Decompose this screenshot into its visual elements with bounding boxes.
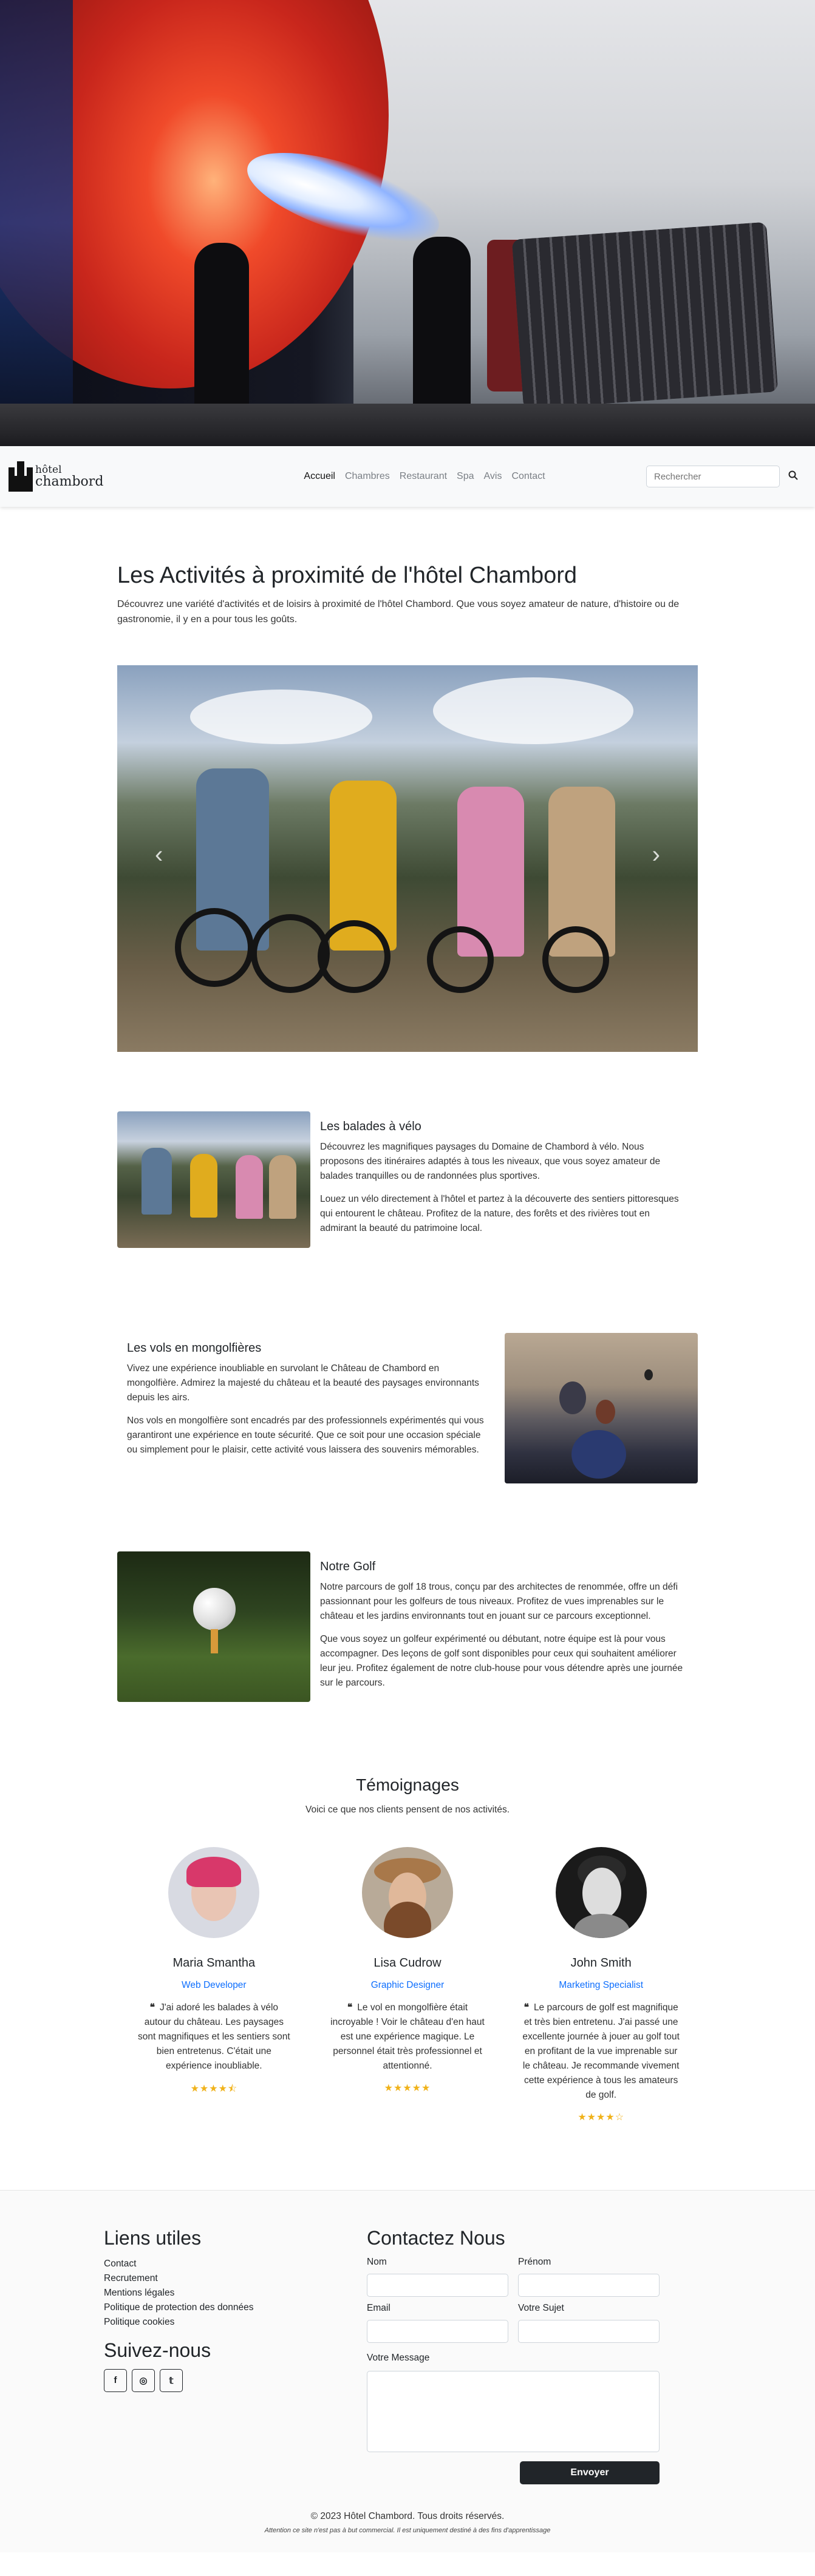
testimonial-role: Marketing Specialist bbox=[559, 1979, 644, 1990]
activity-text: Louez un vélo directement à l'hôtel et p… bbox=[320, 1193, 679, 1233]
testimonial-quote: Le vol en mongolfière était incroyable !… bbox=[330, 2002, 485, 2071]
chevron-left-icon[interactable]: ‹ bbox=[155, 841, 163, 869]
nom-field[interactable] bbox=[367, 2273, 508, 2297]
testimonial-card: Lisa Cudrow Graphic Designer ❝ Le vol en … bbox=[311, 1846, 505, 2123]
page-title: Les Activités à proximité de l'hôtel Cha… bbox=[117, 563, 578, 588]
search-form bbox=[646, 466, 806, 487]
testimonial-card: Maria Smantha Web Developer ❝ J'ai adoré … bbox=[117, 1846, 311, 2123]
activity-text: Découvrez les magnifiques paysages du Do… bbox=[320, 1141, 661, 1181]
instagram-icon[interactable]: ◎ bbox=[132, 2368, 155, 2392]
testimonial-name: John Smith bbox=[570, 1956, 632, 1970]
contact-form: Nom Prénom Email Votre Sujet Votre Messa… bbox=[367, 2257, 711, 2484]
hero-image bbox=[0, 0, 815, 446]
intro-text: Découvrez une variété d'activités et de … bbox=[117, 599, 680, 625]
star-rating: ★★★★⯪ bbox=[190, 2083, 238, 2094]
nom-label: Nom bbox=[367, 2256, 387, 2267]
quote-icon: ❝ bbox=[149, 2002, 155, 2013]
avatar bbox=[362, 1846, 453, 1938]
testimonial-quote: Le parcours de golf est magnifique et tr… bbox=[522, 2002, 680, 2100]
navbar: hôtel chambord Accueil Chambres Restaura… bbox=[0, 446, 815, 507]
nav-link-chambres[interactable]: Chambres bbox=[340, 466, 395, 487]
testimonial-card: John Smith Marketing Specialist ❝ Le parc… bbox=[504, 1846, 698, 2123]
brand-line2: chambord bbox=[35, 473, 104, 489]
velo-image bbox=[117, 1111, 310, 1248]
testimonial-name: Lisa Cudrow bbox=[373, 1956, 442, 1970]
nav-link-accueil[interactable]: Accueil bbox=[299, 466, 340, 487]
nav-link-avis[interactable]: Avis bbox=[479, 466, 507, 487]
chevron-right-icon[interactable]: › bbox=[652, 841, 660, 869]
footer-link-contact[interactable]: Contact bbox=[104, 2259, 136, 2269]
footer-link-cookies[interactable]: Politique cookies bbox=[104, 2317, 174, 2327]
activity-title: Les vols en mongolfières bbox=[127, 1341, 262, 1355]
submit-button[interactable]: Envoyer bbox=[520, 2461, 660, 2484]
footer-link-privacy[interactable]: Politique de protection des données bbox=[104, 2302, 253, 2313]
activity-title: Les balades à vélo bbox=[320, 1119, 421, 1133]
activity-velo: Les balades à vélo Découvrez les magnifi… bbox=[117, 1111, 698, 1253]
testimonial-name: Maria Smantha bbox=[172, 1956, 256, 1970]
activity-text: Notre parcours de golf 18 trous, conçu p… bbox=[320, 1581, 678, 1621]
avatar bbox=[555, 1846, 647, 1938]
footer-link-mentions[interactable]: Mentions légales bbox=[104, 2288, 174, 2298]
activity-text: Que vous soyez un golfeur expérimenté ou… bbox=[320, 1633, 683, 1688]
activity-golf: Notre Golf Notre parcours de golf 18 tro… bbox=[117, 1551, 698, 1707]
disclaimer: Attention ce site n'est pas à but commer… bbox=[264, 2526, 551, 2534]
star-rating: ★★★★☆ bbox=[578, 2112, 625, 2123]
email-label: Email bbox=[367, 2302, 390, 2313]
facebook-icon[interactable]: f bbox=[104, 2368, 127, 2392]
copyright: © 2023 Hôtel Chambord. Tous droits réser… bbox=[310, 2510, 505, 2521]
quote-icon: ❝ bbox=[347, 2002, 353, 2013]
intro-section: Les Activités à proximité de l'hôtel Cha… bbox=[117, 507, 698, 628]
footer-link-recrutement[interactable]: Recrutement bbox=[104, 2273, 158, 2283]
useful-links: Contact Recrutement Mentions légales Pol… bbox=[104, 2257, 367, 2330]
message-field[interactable] bbox=[367, 2370, 660, 2452]
testimonial-quote: J'ai adoré les balades à vélo autour du … bbox=[137, 2002, 290, 2071]
sujet-label: Votre Sujet bbox=[518, 2302, 564, 2313]
follow-title: Suivez-nous bbox=[104, 2339, 211, 2361]
montgolfiere-image bbox=[505, 1332, 698, 1483]
testimonial-role: Web Developer bbox=[182, 1979, 247, 1990]
nav-link-spa[interactable]: Spa bbox=[452, 466, 479, 487]
footer: Liens utiles Contact Recrutement Mention… bbox=[0, 2189, 815, 2552]
star-rating: ★★★★★ bbox=[384, 2083, 431, 2093]
email-field[interactable] bbox=[367, 2319, 508, 2343]
nav-menu: Accueil Chambres Restaurant Spa Avis Con… bbox=[130, 466, 646, 487]
golf-image bbox=[117, 1551, 310, 1702]
testimonials-title: Témoignages bbox=[356, 1775, 459, 1794]
prenom-field[interactable] bbox=[518, 2273, 660, 2297]
brand-line1: hôtel bbox=[35, 463, 62, 476]
contact-title: Contactez Nous bbox=[367, 2226, 505, 2249]
avatar bbox=[168, 1846, 260, 1938]
activity-title: Notre Golf bbox=[320, 1559, 376, 1573]
nav-link-contact[interactable]: Contact bbox=[506, 466, 550, 487]
search-button[interactable] bbox=[780, 466, 806, 487]
sujet-field[interactable] bbox=[518, 2319, 660, 2343]
testimonials-section: Témoignages Voici ce que nos clients pen… bbox=[117, 1775, 698, 2123]
links-title: Liens utiles bbox=[104, 2226, 202, 2249]
activity-text: Vivez une expérience inoubliable en surv… bbox=[127, 1363, 479, 1403]
activity-text: Nos vols en mongolfière sont encadrés pa… bbox=[127, 1415, 484, 1455]
prenom-label: Prénom bbox=[518, 2256, 551, 2267]
search-icon bbox=[788, 470, 798, 480]
activity-montgolfiere: Les vols en mongolfières Vivez une expér… bbox=[117, 1332, 698, 1483]
main-content: Les Activités à proximité de l'hôtel Cha… bbox=[117, 507, 698, 2123]
twitter-icon[interactable]: 𝕥 bbox=[160, 2368, 183, 2392]
nav-link-restaurant[interactable]: Restaurant bbox=[395, 466, 452, 487]
castle-icon bbox=[9, 461, 33, 492]
quote-icon: ❝ bbox=[523, 2002, 529, 2013]
search-input[interactable] bbox=[646, 466, 780, 487]
testimonials-lead: Voici ce que nos clients pensent de nos … bbox=[305, 1804, 510, 1815]
activities-carousel: ‹ › bbox=[117, 665, 698, 1052]
testimonial-role: Graphic Designer bbox=[370, 1979, 445, 1990]
brand-logo[interactable]: hôtel chambord bbox=[9, 461, 130, 492]
message-label: Votre Message bbox=[367, 2352, 430, 2363]
